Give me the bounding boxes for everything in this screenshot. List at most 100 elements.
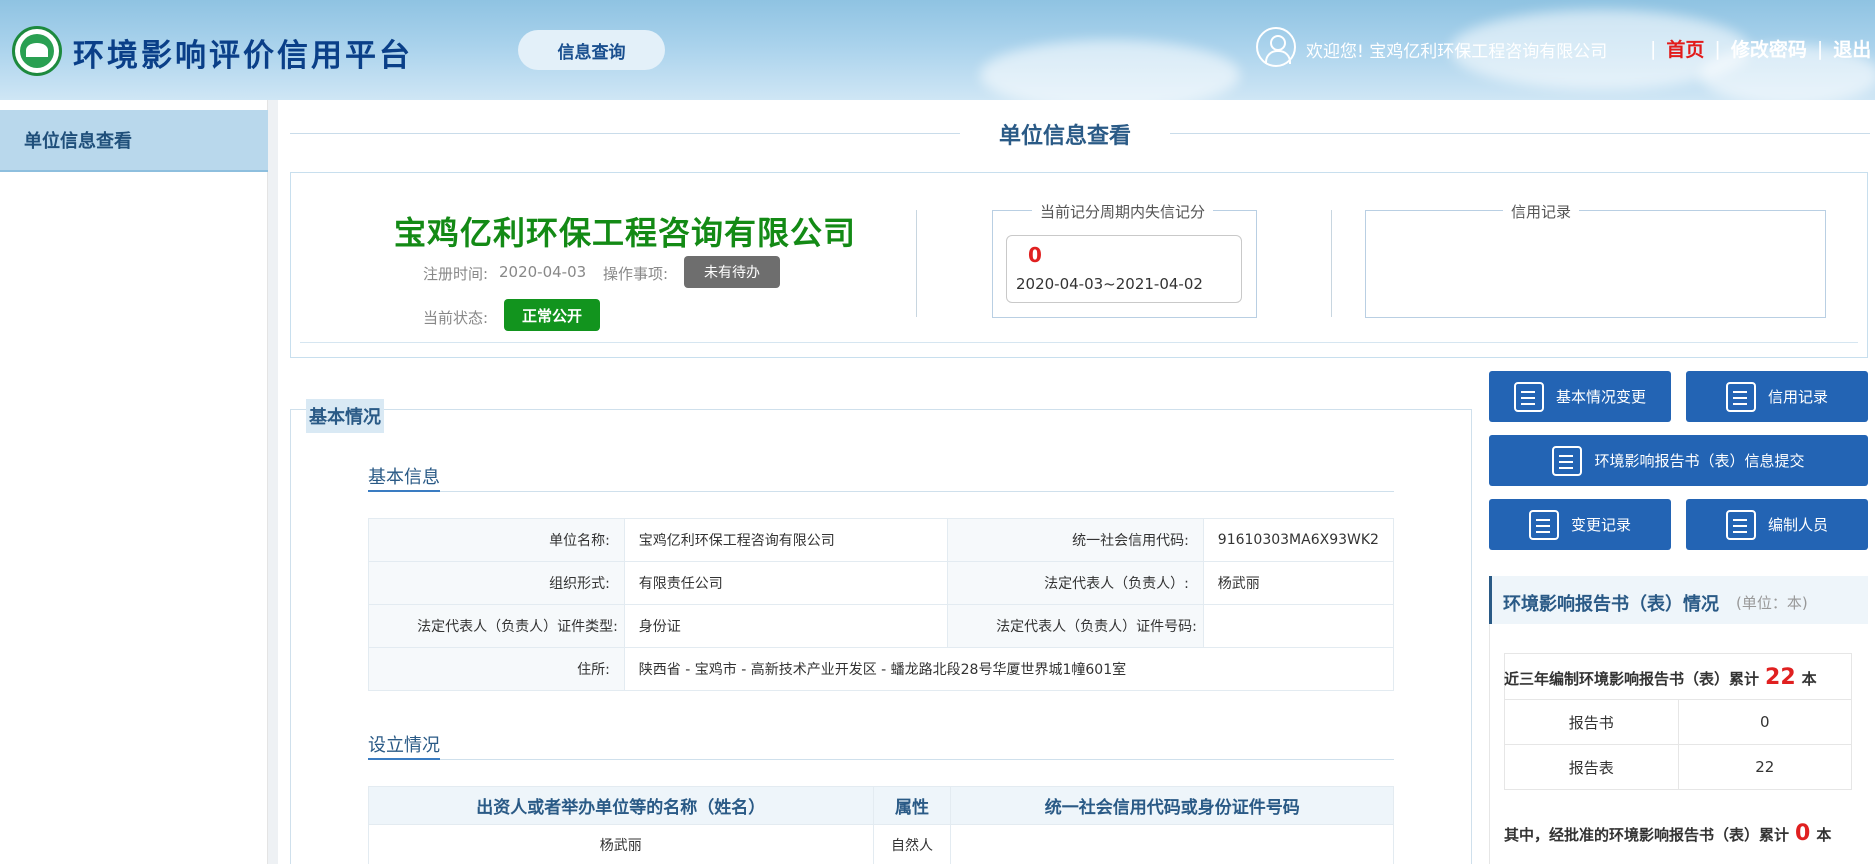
nav-home-link[interactable]: 首页 — [1666, 35, 1704, 62]
card-vertical-divider — [916, 210, 917, 317]
user-card-icon — [1725, 381, 1756, 412]
table-row: 住所: 陕西省 - 宝鸡市 - 高新技术产业开发区 - 蟠龙路北段28号华厦世界… — [368, 647, 1395, 691]
title-divider — [1170, 133, 1870, 134]
user-card-icon — [1725, 509, 1756, 540]
field-value — [1202, 604, 1395, 648]
reg-date-label: 注册时间: — [423, 265, 489, 283]
nav-logout-link[interactable]: 退出 — [1833, 35, 1871, 62]
credit-fieldset — [1365, 210, 1826, 318]
status-badge: 正常公开 — [504, 299, 600, 331]
change-record-label: 变更记录 — [1570, 516, 1631, 534]
company-name: 宝鸡亿利环保工程咨询有限公司 — [394, 214, 857, 252]
field-label: 法定代表人（负责人）证件类型: — [368, 604, 625, 648]
header-nav: | 首页 | 修改密码 | 退出 — [1640, 35, 1871, 62]
basic-info-heading: 基本信息 — [368, 467, 440, 488]
field-value: 陕西省 - 宝鸡市 - 高新技术产业开发区 - 蟠龙路北段28号华厦世界城1幢6… — [623, 647, 1395, 691]
report-stats-unit: (单位：本) — [1736, 594, 1808, 612]
column-header: 属性 — [872, 786, 952, 825]
table-cell: 22 — [1677, 744, 1852, 790]
field-value: 杨武丽 — [1202, 561, 1395, 605]
heading-underline — [368, 758, 440, 760]
three-year-total: 近三年编制环境影响报告书（表）累计 22 本 — [1504, 665, 1817, 690]
field-value: 91610303MA6X93WK2 — [1202, 518, 1395, 562]
staff-label: 编制人员 — [1767, 516, 1828, 534]
column-header: 出资人或者举办单位等的名称（姓名） — [368, 786, 874, 825]
investor-table: 出资人或者举办单位等的名称（姓名） 属性 统一社会信用代码或身份证件号码 杨武丽… — [368, 786, 1394, 864]
field-label: 法定代表人（负责人）证件号码: — [947, 604, 1204, 648]
info-query-button[interactable]: 信息查询 — [518, 30, 665, 70]
sidebar-item-unit-info[interactable]: 单位信息查看 — [0, 110, 268, 172]
table-cell: 自然人 — [872, 824, 952, 864]
card-vertical-divider — [1331, 210, 1332, 317]
nav-separator: | — [1650, 37, 1657, 60]
field-label: 组织形式: — [368, 561, 625, 605]
field-label: 住所: — [368, 647, 625, 691]
table-cell — [950, 824, 1394, 864]
table-header-row: 出资人或者举办单位等的名称（姓名） 属性 统一社会信用代码或身份证件号码 — [368, 786, 1394, 825]
heading-underline — [368, 490, 440, 492]
field-value: 宝鸡亿利环保工程咨询有限公司 — [623, 518, 949, 562]
section-divider — [368, 491, 1394, 492]
report-submit-button[interactable]: 环境影响报告书（表）信息提交 — [1489, 435, 1868, 486]
section-divider — [368, 759, 1394, 760]
table-cell: 报告书 — [1504, 699, 1679, 745]
score-legend: 当前记分周期内失信记分 — [1032, 201, 1214, 222]
nav-separator: | — [1816, 37, 1824, 60]
approved-count: 0 — [1795, 821, 1811, 846]
basic-change-label: 基本情况变更 — [1555, 388, 1646, 406]
table-row: 单位名称: 宝鸡亿利环保工程咨询有限公司 统一社会信用代码: 91610303M… — [368, 518, 1395, 562]
report-stats-title: 环境影响报告书（表）情况 — [1503, 594, 1719, 615]
table-cell: 报告表 — [1504, 744, 1679, 790]
field-label: 法定代表人（负责人）: — [947, 561, 1204, 605]
unit-suffix: 本 — [1801, 670, 1817, 688]
table-row: 杨武丽 自然人 — [368, 824, 1394, 864]
table-row: 报告表 22 — [1504, 744, 1852, 790]
nav-separator: | — [1714, 37, 1721, 60]
mee-logo-icon — [12, 26, 62, 76]
field-label: 统一社会信用代码: — [947, 518, 1204, 562]
reg-date-value: 2020-04-03 — [499, 263, 587, 281]
header-cloud — [980, 40, 1240, 100]
report-submit-label: 环境影响报告书（表）信息提交 — [1594, 452, 1805, 470]
credit-legend: 信用记录 — [1503, 201, 1580, 222]
basic-change-button[interactable]: 基本情况变更 — [1489, 371, 1671, 422]
credit-record-label: 信用记录 — [1767, 388, 1828, 406]
field-value: 身份证 — [623, 604, 949, 648]
field-value: 有限责任公司 — [623, 561, 949, 605]
pending-badge: 未有待办 — [684, 256, 780, 288]
welcome-text: 欢迎您! 宝鸡亿利环保工程咨询有限公司 — [1306, 42, 1608, 62]
table-row: 法定代表人（负责人）证件类型: 身份证 法定代表人（负责人）证件号码: — [368, 604, 1395, 648]
report-stats-table: 报告书 0 报告表 22 — [1504, 699, 1852, 790]
approved-label: 其中，经批准的环境影响报告书（表）累计 — [1504, 826, 1790, 844]
status-label: 当前状态: — [423, 309, 489, 327]
unit-suffix: 本 — [1816, 826, 1832, 844]
approved-total: 其中，经批准的环境影响报告书（表）累计 0 本 — [1504, 821, 1831, 846]
site-title: 环境影响评价信用平台 — [73, 38, 413, 74]
sidebar-gutter — [268, 100, 278, 864]
edit-document-icon — [1513, 381, 1544, 412]
column-header: 统一社会信用代码或身份证件号码 — [950, 786, 1394, 825]
top-header: 环境影响评价信用平台 信息查询 欢迎您! 宝鸡亿利环保工程咨询有限公司 | 首页… — [0, 0, 1875, 100]
page-title: 单位信息查看 — [998, 124, 1131, 149]
basic-info-tab: 基本情况 — [306, 399, 384, 433]
sidebar: 单位信息查看 — [0, 100, 268, 864]
credit-record-button[interactable]: 信用记录 — [1686, 371, 1868, 422]
card-divider — [300, 342, 1858, 343]
change-history-icon — [1528, 509, 1559, 540]
nav-change-password-link[interactable]: 修改密码 — [1731, 35, 1807, 62]
title-divider — [290, 133, 960, 134]
field-label: 单位名称: — [368, 518, 625, 562]
staff-button[interactable]: 编制人员 — [1686, 499, 1868, 550]
score-period: 2020-04-03~2021-04-02 — [1016, 275, 1203, 293]
table-row: 报告书 0 — [1504, 699, 1852, 745]
change-record-button[interactable]: 变更记录 — [1489, 499, 1671, 550]
three-year-label: 近三年编制环境影响报告书（表）累计 — [1504, 670, 1760, 688]
table-cell: 0 — [1677, 699, 1852, 745]
score-value: 0 — [1028, 243, 1042, 267]
user-avatar-icon — [1256, 27, 1296, 67]
basic-info-table: 单位名称: 宝鸡亿利环保工程咨询有限公司 统一社会信用代码: 91610303M… — [368, 518, 1395, 691]
table-row: 组织形式: 有限责任公司 法定代表人（负责人）: 杨武丽 — [368, 561, 1395, 605]
three-year-count: 22 — [1765, 665, 1796, 690]
setup-heading: 设立情况 — [368, 735, 440, 756]
table-cell: 杨武丽 — [368, 824, 874, 864]
